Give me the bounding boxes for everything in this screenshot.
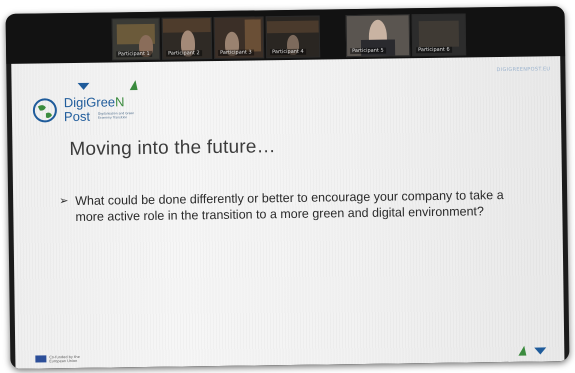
slide-title: Moving into the future… xyxy=(69,136,276,161)
participant-name: Participant 5 xyxy=(350,47,386,55)
participant-tile[interactable]: Participant 6 xyxy=(411,13,467,57)
logo-tagline: Digitalisation and Green Economy Transit… xyxy=(97,111,135,120)
participant-name: Participant 6 xyxy=(416,46,452,54)
participant-tile[interactable]: Participant 4 xyxy=(265,15,321,59)
participant-tile[interactable]: Participant 1 xyxy=(111,17,161,61)
globe-icon xyxy=(32,98,57,123)
logo-wordmark: DigiGreeN xyxy=(63,94,125,111)
arrow-down-icon xyxy=(534,347,547,355)
eu-flag-icon xyxy=(35,355,47,363)
participant-tile[interactable]: Participant 5 xyxy=(345,14,411,58)
participant-strip: Participant 1 Participant 2 Participant … xyxy=(5,6,566,64)
footer-text: Co-funded by the European Union xyxy=(49,354,80,364)
slide-corner-text: DIGIGREENPOST.EU xyxy=(496,66,551,74)
bullet-arrow-icon: ➢ xyxy=(59,195,69,208)
leaf-icon xyxy=(129,80,138,91)
slide-bullet: ➢ What could be done differently or bett… xyxy=(59,187,529,226)
monitor-screen: Participant 1 Participant 2 Participant … xyxy=(5,6,570,369)
footer-logo-marks xyxy=(518,345,547,356)
participant-tile[interactable]: Participant 3 xyxy=(213,16,265,60)
logo-wordmark-post: Post xyxy=(63,108,91,125)
photo-frame: Participant 1 Participant 2 Participant … xyxy=(0,0,575,373)
shared-slide: DigiGreeN Post Digitalisation and Green … xyxy=(11,56,565,369)
participant-name: Participant 1 xyxy=(116,50,152,58)
participant-name: Participant 2 xyxy=(166,50,202,57)
participant-tile[interactable]: Participant 2 xyxy=(161,17,213,60)
bullet-text: What could be done differently or better… xyxy=(75,187,504,224)
participant-name: Participant 4 xyxy=(270,48,306,56)
leaf-icon xyxy=(518,345,527,356)
arrow-down-icon xyxy=(77,82,90,90)
participant-name: Participant 3 xyxy=(218,49,254,56)
digigreenpost-logo: DigiGreeN Post Digitalisation and Green … xyxy=(31,80,152,132)
